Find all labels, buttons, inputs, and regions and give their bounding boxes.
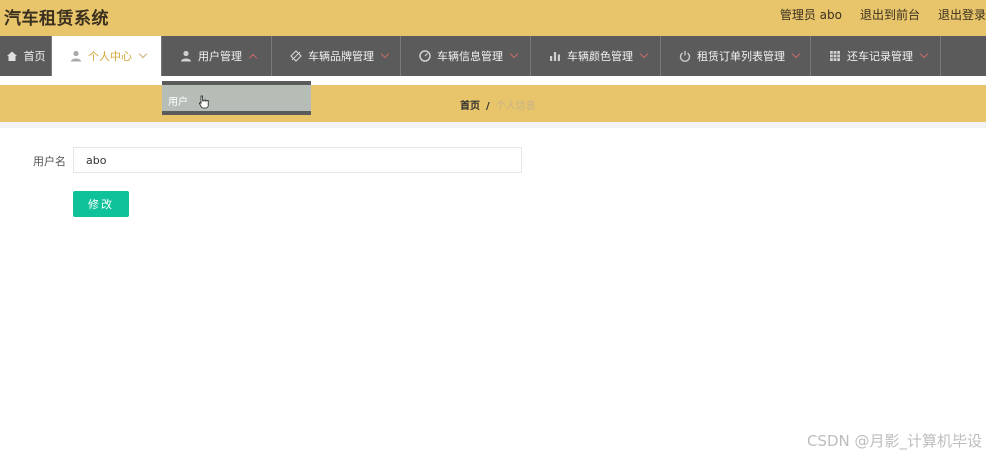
header-links: 管理员 abo 退出到前台 退出登录 [780, 6, 986, 24]
nav-label-personal-center: 个人中心 [88, 50, 132, 63]
logout-link[interactable]: 退出登录 [938, 6, 986, 24]
nav-item-rental-order-management[interactable]: 租赁订单列表管理 [661, 36, 811, 76]
user-icon [71, 50, 81, 62]
chevron-down-icon [380, 49, 390, 59]
gauge-icon [419, 50, 431, 62]
username-input[interactable] [73, 147, 522, 173]
chevron-down-icon [509, 49, 519, 59]
nav-item-user-management[interactable]: 用户管理 [162, 36, 272, 76]
chevron-down-icon [791, 49, 801, 59]
tag-icon [290, 50, 302, 62]
breadcrumb: 首页 / 个人信息 [460, 97, 536, 112]
back-to-front-link[interactable]: 退出到前台 [860, 6, 920, 24]
user-icon [181, 50, 191, 62]
nav-label-color-management: 车辆颜色管理 [567, 50, 633, 63]
grid-icon [830, 51, 840, 61]
nav-label-user-management: 用户管理 [198, 50, 242, 63]
nav-label-rental-order-management: 租赁订单列表管理 [697, 50, 785, 63]
bar-chart-icon [550, 52, 560, 61]
chevron-down-icon [639, 49, 649, 59]
chevron-down-icon [919, 49, 929, 59]
nav-label-home: 首页 [23, 50, 46, 63]
nav-item-personal-center[interactable]: 个人中心 [52, 36, 162, 76]
nav-item-return-record-management[interactable]: 还车记录管理 [811, 36, 941, 76]
hand-cursor-icon [198, 95, 209, 109]
username-label: 用户名 [33, 155, 66, 168]
top-header: 汽车租赁系统 管理员 abo 退出到前台 退出登录 [0, 0, 986, 36]
app-title: 汽车租赁系统 [4, 9, 109, 29]
nav-label-brand-management: 车辆品牌管理 [308, 50, 374, 63]
main-nav: 首页 个人中心 用户管理 车辆品牌管理 车辆信息管理 车辆颜色管理 租赁订单列表… [0, 36, 986, 76]
power-icon [679, 50, 691, 62]
watermark: CSDN @月影_计算机毕设 [806, 432, 982, 450]
nav-item-vehicle-info-management[interactable]: 车辆信息管理 [401, 36, 531, 76]
modify-button[interactable]: 修改 [73, 191, 129, 217]
chevron-up-icon [248, 53, 258, 62]
dropdown-item-user[interactable]: 用户 [168, 93, 188, 108]
nav-item-home[interactable]: 首页 [0, 36, 52, 76]
user-management-dropdown: 用户 [162, 81, 311, 115]
content-divider [0, 122, 986, 128]
breadcrumb-current: 个人信息 [495, 101, 536, 112]
nav-label-vehicle-info-management: 车辆信息管理 [437, 50, 503, 63]
nav-item-brand-management[interactable]: 车辆品牌管理 [272, 36, 401, 76]
nav-label-return-record-management: 还车记录管理 [847, 50, 913, 63]
nav-item-color-management[interactable]: 车辆颜色管理 [531, 36, 661, 76]
breadcrumb-home[interactable]: 首页 [460, 101, 480, 112]
admin-user-label: 管理员 abo [779, 8, 842, 22]
home-icon [6, 51, 17, 61]
chevron-down-icon [138, 49, 148, 59]
breadcrumb-separator: / [486, 101, 490, 112]
breadcrumb-bar: 首页 / 个人信息 [0, 85, 986, 122]
